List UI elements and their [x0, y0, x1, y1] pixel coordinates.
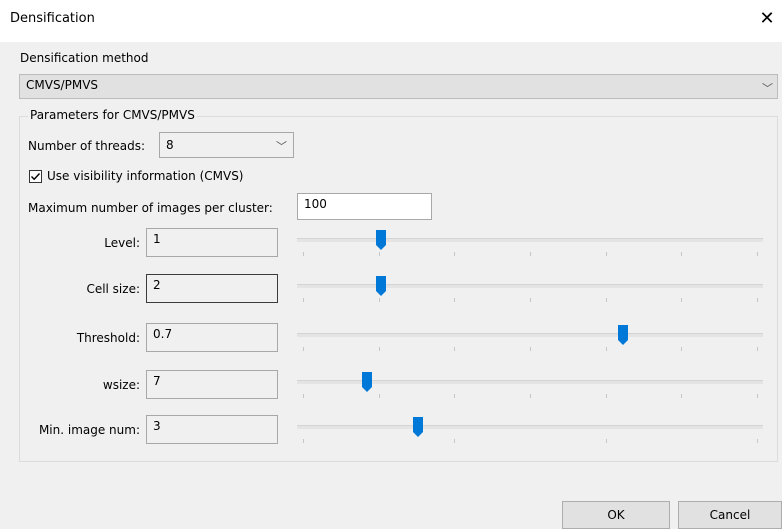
window-title: Densification: [10, 11, 95, 26]
visibility-label[interactable]: Use visibility information (CMVS): [47, 169, 244, 183]
max-images-label: Maximum number of images per cluster:: [28, 201, 273, 215]
slider-tick: [606, 252, 607, 256]
slider-thumb[interactable]: [375, 230, 386, 250]
slider-tick: [530, 298, 531, 302]
slider-tick: [757, 439, 758, 443]
slider-tick: [757, 347, 758, 351]
slider-track[interactable]: [297, 425, 763, 429]
slider-tick: [454, 298, 455, 302]
slider-thumb[interactable]: [413, 417, 424, 437]
slider-tick: [379, 347, 380, 351]
title-bar: [0, 0, 782, 42]
slider-tick: [454, 252, 455, 256]
chevron-down-icon: ﹀: [276, 140, 287, 153]
slider-tick: [303, 347, 304, 351]
slider-tick: [303, 394, 304, 398]
slider-tick: [606, 347, 607, 351]
ok-button[interactable]: OK: [562, 501, 670, 529]
slider-track[interactable]: [297, 238, 763, 242]
threads-select[interactable]: 8 ﹀: [159, 132, 294, 158]
checkmark-icon: [31, 173, 41, 181]
slider-tick: [379, 252, 380, 256]
parameters-group-label: Parameters for CMVS/PMVS: [28, 108, 197, 122]
slider-value-input[interactable]: 7: [146, 370, 278, 399]
slider-tick: [454, 394, 455, 398]
slider-value-input[interactable]: 0.7: [146, 323, 278, 352]
cancel-button[interactable]: Cancel: [678, 501, 782, 529]
slider-thumb[interactable]: [618, 325, 629, 345]
slider-tick: [681, 298, 682, 302]
slider-thumb[interactable]: [361, 372, 372, 392]
slider-tick: [303, 252, 304, 256]
close-icon[interactable]: ✕: [755, 7, 779, 31]
method-select[interactable]: CMVS/PMVS ﹀: [19, 74, 778, 99]
slider-tick: [379, 394, 380, 398]
slider-value-input[interactable]: 2: [146, 274, 278, 303]
slider-tick: [681, 347, 682, 351]
slider-tick: [530, 347, 531, 351]
slider-tick: [379, 298, 380, 302]
max-images-input[interactable]: 100: [297, 193, 432, 220]
visibility-checkbox[interactable]: [29, 170, 42, 183]
slider-thumb[interactable]: [375, 276, 386, 296]
threads-label: Number of threads:: [28, 139, 146, 153]
slider-label: Min. image num:: [38, 423, 140, 437]
slider-tick: [757, 298, 758, 302]
slider-tick: [681, 252, 682, 256]
slider-tick: [454, 347, 455, 351]
slider-tick: [303, 439, 304, 443]
threads-select-value: 8: [166, 138, 174, 152]
slider-tick: [606, 439, 607, 443]
slider-label: Level:: [104, 236, 140, 250]
slider-tick: [530, 252, 531, 256]
slider-value-input[interactable]: 3: [146, 415, 278, 444]
slider-tick: [606, 394, 607, 398]
slider-tick: [454, 439, 455, 443]
slider-label: Cell size:: [86, 282, 140, 296]
slider-tick: [757, 252, 758, 256]
slider-value-input[interactable]: 1: [146, 228, 278, 257]
slider-track[interactable]: [297, 284, 763, 288]
method-group-label: Densification method: [18, 51, 151, 65]
slider-tick: [303, 298, 304, 302]
chevron-down-icon: ﹀: [762, 82, 773, 95]
slider-track[interactable]: [297, 333, 763, 337]
slider-tick: [757, 394, 758, 398]
slider-label: wsize:: [102, 378, 140, 392]
slider-tick: [606, 298, 607, 302]
slider-tick: [681, 394, 682, 398]
slider-label: Threshold:: [76, 331, 140, 345]
slider-tick: [530, 394, 531, 398]
method-select-value: CMVS/PMVS: [26, 78, 99, 92]
